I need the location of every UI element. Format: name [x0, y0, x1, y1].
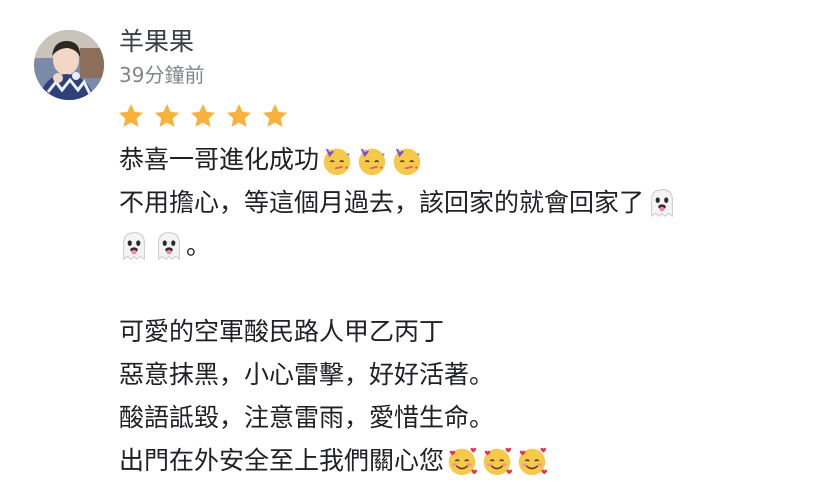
review-line-text: 惡意抹黑，小心雷擊，好好活著。 — [119, 360, 495, 389]
partying-face-emoji — [390, 143, 424, 177]
partying-face-emoji — [320, 143, 354, 177]
review-line: 可愛的空軍酸民路人甲乙丙丁 — [119, 310, 809, 353]
ghost-tongue-emoji — [152, 229, 186, 263]
review-line-text: 恭喜一哥進化成功 — [119, 145, 320, 174]
review-line-text: 。 — [186, 231, 212, 260]
ghost-tongue-emoji — [117, 229, 151, 263]
avatar[interactable] — [34, 30, 104, 100]
review-timestamp: 39分鐘前 — [119, 63, 205, 87]
star-icon — [191, 104, 215, 127]
review-text: 恭喜一哥進化成功 不用擔心，等這個月過去，該回家的就會回家了 。 可愛的空軍酸民… — [119, 138, 809, 482]
avatar-photo — [34, 30, 104, 100]
review-line-text: 出門在外安全至上我們關心您 — [119, 446, 445, 475]
author-name[interactable]: 羊果果 — [119, 26, 194, 58]
star-icon — [155, 104, 179, 127]
review-line: 。 — [119, 224, 809, 267]
star-icon — [119, 104, 143, 127]
smiling-face-with-hearts-emoji — [480, 444, 514, 478]
smiling-face-with-hearts-emoji — [445, 444, 479, 478]
review-line-text: 不用擔心，等這個月過去，該回家的就會回家了 — [119, 188, 645, 217]
review-card: 羊果果 39分鐘前 恭喜一哥進化成功 不用擔心，等這個月過去，該回家的就會回家了 — [0, 0, 828, 484]
review-line: 酸語詆毀，注意雷雨，愛惜生命。 — [119, 396, 809, 439]
smiling-face-with-hearts-emoji — [515, 444, 549, 478]
review-line: 不用擔心，等這個月過去，該回家的就會回家了 — [119, 181, 809, 224]
review-line-text: 酸語詆毀，注意雷雨，愛惜生命。 — [119, 403, 495, 432]
star-icon — [263, 104, 287, 127]
partying-face-emoji — [355, 143, 389, 177]
review-line: 出門在外安全至上我們關心您 — [119, 439, 809, 482]
star-icon — [227, 104, 251, 127]
ghost-tongue-emoji — [645, 186, 679, 220]
review-line: 恭喜一哥進化成功 — [119, 138, 809, 181]
review-line: 惡意抹黑，小心雷擊，好好活著。 — [119, 353, 809, 396]
review-line-text: 可愛的空軍酸民路人甲乙丙丁 — [119, 317, 445, 346]
star-rating — [116, 101, 290, 131]
